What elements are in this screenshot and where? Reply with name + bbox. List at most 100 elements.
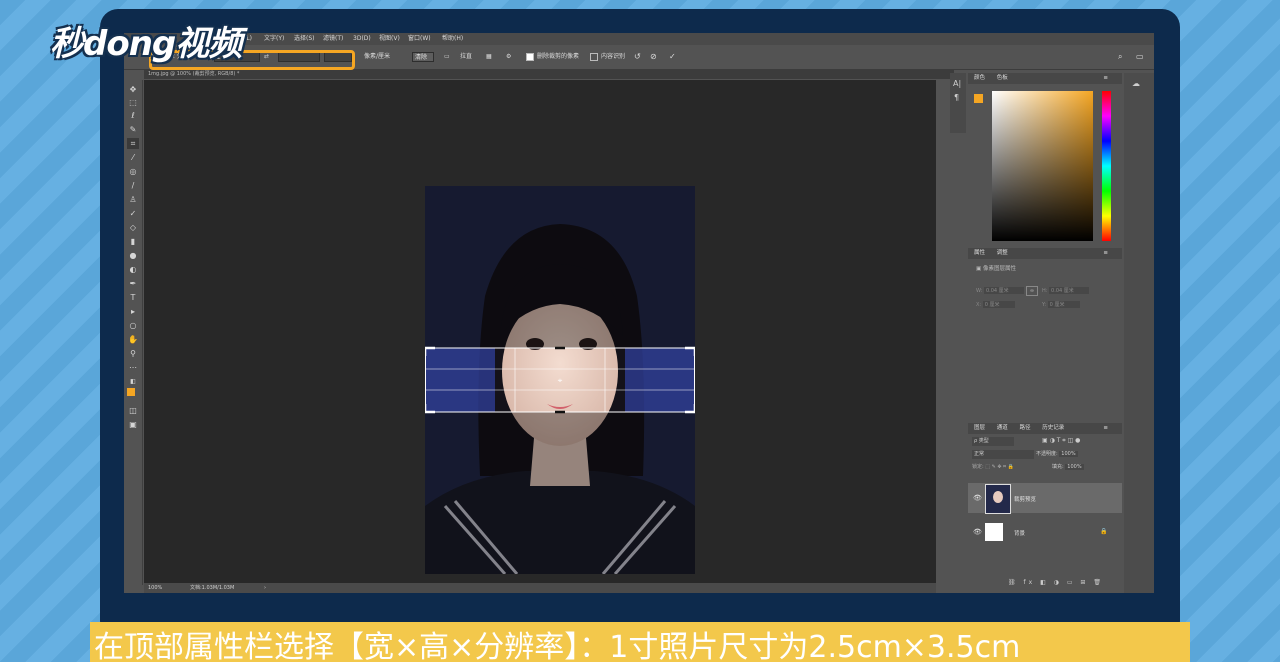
foreground-color-swatch[interactable] bbox=[127, 388, 135, 396]
h-row: H: 0.04 厘米 bbox=[1042, 287, 1090, 294]
crop-tool-icon[interactable]: ⌗ bbox=[127, 138, 139, 149]
marquee-tool-icon[interactable]: ⬚ bbox=[127, 97, 139, 108]
history-brush-icon[interactable]: ✓ bbox=[127, 208, 139, 219]
delete-cropped-checkbox[interactable]: 删除裁剪的像素 bbox=[526, 52, 579, 62]
gradient-tool-icon[interactable]: ▮ bbox=[127, 236, 139, 247]
menu-window[interactable]: 窗口(W) bbox=[408, 33, 431, 45]
layers-footer-icons[interactable]: ⛓ fx ◧ ◑ ▭ ⊞ 🗑 bbox=[1008, 579, 1104, 586]
settings-gear-icon[interactable]: ⚙ bbox=[506, 52, 511, 62]
visibility-eye-icon[interactable]: 👁 bbox=[973, 494, 982, 502]
overlay-grid-icon[interactable]: ▦ bbox=[486, 52, 492, 62]
layers-panel-header: 图层 通道 路径 历史记录 ≡ bbox=[968, 423, 1122, 434]
layer-thumbnail bbox=[985, 484, 1011, 514]
zoom-tool-icon[interactable]: ⚲ bbox=[127, 348, 139, 359]
subtitle: 在顶部属性栏选择【宽×高×分辨率】：1寸照片尺寸为2.5cm×3.5cm bbox=[90, 622, 1190, 662]
pen-tool-icon[interactable]: ✒ bbox=[127, 278, 139, 289]
layer-filter-icons[interactable]: ▣ ◑ T ⌗ ◫ ● bbox=[1042, 437, 1080, 445]
layer-name[interactable]: 背景 bbox=[1014, 529, 1025, 537]
quick-mask-icon[interactable]: ◫ bbox=[127, 405, 139, 416]
document-tab[interactable]: 1mg.jpg @ 100% (裁剪预览, RGB/8) * bbox=[148, 69, 239, 79]
move-tool-icon[interactable]: ✥ bbox=[127, 84, 139, 95]
opacity-field[interactable]: 100% bbox=[1059, 451, 1078, 457]
tab-color[interactable]: 颜色 bbox=[974, 75, 985, 81]
type-tool-icon[interactable]: T bbox=[127, 292, 139, 303]
status-bar: 100% 文档:1.03M/1.03M › bbox=[144, 583, 936, 593]
document-tab-bar: 1mg.jpg @ 100% (裁剪预览, RGB/8) * bbox=[144, 69, 954, 79]
unit-select[interactable]: 像素/厘米 bbox=[364, 52, 390, 62]
panel-menu-icon[interactable]: ≡ bbox=[1103, 248, 1108, 259]
ellipse-tool-icon[interactable]: ○ bbox=[127, 320, 139, 331]
w-field[interactable]: 0.04 厘米 bbox=[983, 287, 1024, 294]
menu-help[interactable]: 帮助(H) bbox=[442, 33, 463, 45]
quick-select-tool-icon[interactable]: ✎ bbox=[127, 124, 139, 135]
y-row: Y: 0 厘米 bbox=[1042, 301, 1080, 308]
svg-text:⌖: ⌖ bbox=[558, 376, 563, 385]
visibility-eye-icon[interactable]: 👁 bbox=[973, 528, 982, 536]
eraser-tool-icon[interactable]: ◇ bbox=[127, 222, 139, 233]
menu-view[interactable]: 视图(V) bbox=[379, 33, 400, 45]
default-colors-icon[interactable]: ◧ bbox=[127, 376, 139, 387]
y-field[interactable]: 0 厘米 bbox=[1047, 301, 1080, 308]
clear-button[interactable]: 清除 bbox=[412, 52, 434, 62]
content-aware-checkbox[interactable]: 内容识别 bbox=[590, 52, 625, 62]
zoom-level[interactable]: 100% bbox=[148, 583, 162, 593]
layer-name[interactable]: 裁剪预览 bbox=[1014, 495, 1036, 503]
screen-mode-icon[interactable]: ▣ bbox=[127, 419, 139, 430]
layer-row-crop-preview[interactable]: 👁 裁剪预览 bbox=[968, 483, 1122, 514]
libraries-icon[interactable]: ☁ bbox=[1132, 79, 1140, 88]
menu-type[interactable]: 文字(Y) bbox=[264, 33, 284, 45]
straighten-label[interactable]: 拉直 bbox=[460, 52, 472, 62]
w-label: W: bbox=[976, 288, 983, 294]
tab-paths[interactable]: 路径 bbox=[1020, 425, 1031, 431]
menu-filter[interactable]: 滤镜(T) bbox=[323, 33, 343, 45]
tab-properties[interactable]: 属性 bbox=[974, 250, 985, 256]
workspace-icon[interactable]: ▭ bbox=[1136, 52, 1144, 62]
search-icon[interactable]: ⌕ bbox=[1118, 52, 1122, 62]
link-icon[interactable]: ∞ bbox=[1026, 286, 1038, 296]
tab-swatches[interactable]: 色板 bbox=[997, 75, 1008, 81]
commit-check-icon[interactable]: ✓ bbox=[669, 52, 676, 62]
character-icon[interactable]: A| bbox=[953, 79, 961, 88]
x-field[interactable]: 0 厘米 bbox=[982, 301, 1015, 308]
reset-icon[interactable]: ↺ bbox=[634, 52, 641, 62]
crop-shield-top bbox=[425, 186, 695, 348]
cancel-icon[interactable]: ⊘ bbox=[650, 52, 657, 62]
dodge-tool-icon[interactable]: ◐ bbox=[127, 264, 139, 275]
menu-select[interactable]: 选择(S) bbox=[294, 33, 315, 45]
photo-canvas[interactable]: ⌖ bbox=[425, 186, 695, 574]
hue-slider[interactable] bbox=[1102, 91, 1111, 241]
layers-panel: 图层 通道 路径 历史记录 ≡ ρ 类型 ▣ ◑ T ⌗ ◫ ● 正常 不透明度… bbox=[968, 423, 1122, 593]
path-select-tool-icon[interactable]: ▸ bbox=[127, 306, 139, 317]
menu-3d[interactable]: 3D(D) bbox=[353, 33, 371, 45]
status-arrow-icon[interactable]: › bbox=[264, 583, 266, 593]
more-tools-icon[interactable]: ⋯ bbox=[127, 362, 139, 373]
tab-layers[interactable]: 图层 bbox=[974, 425, 985, 431]
brush-tool-icon[interactable]: / bbox=[127, 180, 139, 191]
layer-kind-filter[interactable]: ρ 类型 bbox=[972, 437, 1014, 446]
color-field[interactable] bbox=[992, 91, 1093, 241]
tab-history[interactable]: 历史记录 bbox=[1042, 425, 1064, 431]
blur-tool-icon[interactable]: ● bbox=[127, 250, 139, 261]
hand-tool-icon[interactable]: ✋ bbox=[127, 334, 139, 345]
tab-adjustments[interactable]: 调整 bbox=[997, 250, 1008, 256]
panel-menu-icon[interactable]: ≡ bbox=[1103, 423, 1108, 434]
eyedropper-tool-icon[interactable]: ⁄ bbox=[127, 152, 139, 163]
h-field[interactable]: 0.04 厘米 bbox=[1049, 287, 1090, 294]
healing-tool-icon[interactable]: ◎ bbox=[127, 166, 139, 177]
properties-title-text: 像素图层属性 bbox=[982, 266, 1016, 272]
lasso-tool-icon[interactable]: ℓ bbox=[127, 110, 139, 121]
layer-row-background[interactable]: 👁 背景 🔒 bbox=[968, 517, 1122, 547]
canvas-area[interactable]: ⌖ bbox=[144, 80, 936, 583]
h-label: H: bbox=[1042, 288, 1048, 294]
opacity-label: 不透明度: bbox=[1036, 451, 1058, 457]
fill-label: 填充: bbox=[1052, 464, 1064, 470]
stamp-tool-icon[interactable]: ♙ bbox=[127, 194, 139, 205]
content-aware-label: 内容识别 bbox=[601, 53, 626, 60]
tab-channels[interactable]: 通道 bbox=[997, 425, 1008, 431]
fg-color-chip[interactable] bbox=[974, 94, 983, 103]
panel-menu-icon[interactable]: ≡ bbox=[1103, 73, 1108, 84]
straighten-icon[interactable]: ▭ bbox=[444, 52, 450, 62]
blend-mode-select[interactable]: 正常 bbox=[972, 450, 1034, 459]
paragraph-icon[interactable]: ¶ bbox=[954, 93, 959, 102]
fill-field[interactable]: 100% bbox=[1065, 464, 1084, 470]
